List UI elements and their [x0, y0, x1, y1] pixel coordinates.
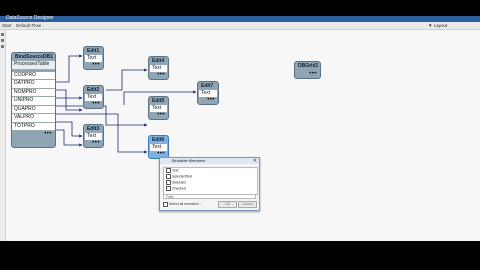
- member-item[interactable]: Checked: [166, 186, 186, 191]
- member-item[interactable]: Selected: [166, 180, 186, 185]
- node-body: Text: [150, 144, 167, 151]
- bindsource-title: BindSourceDB1: [15, 54, 54, 60]
- wire-datpro: [55, 89, 83, 112]
- checkbox[interactable]: [166, 168, 171, 173]
- node-title: Edit5: [152, 98, 165, 104]
- node-title: Edit4: [152, 58, 165, 64]
- window-title: DataSource Designer: [6, 15, 54, 21]
- node-title: Edit2: [87, 87, 100, 93]
- node-body: Text: [150, 105, 167, 112]
- edit6-node[interactable]: Edit6 Text •••: [148, 135, 169, 159]
- checkbox[interactable]: [166, 186, 171, 191]
- field-valpro[interactable]: VALPRO: [12, 114, 55, 123]
- more-icon[interactable]: •••: [157, 72, 165, 78]
- wire-totpro: [55, 129, 83, 147]
- fit-icon[interactable]: [1, 45, 4, 48]
- select-all-label: Select all members ..: [169, 202, 202, 206]
- node-title: Edit3: [87, 126, 100, 132]
- edit5-node[interactable]: Edit5 Text •••: [148, 96, 169, 120]
- field-codpro[interactable]: CODPRO: [12, 71, 55, 80]
- node-body: Text: [150, 65, 167, 72]
- wire-codpro: [55, 54, 83, 83]
- ok-button[interactable]: OK: [218, 201, 237, 208]
- edit7-node[interactable]: Edit7 Text •••: [197, 81, 219, 105]
- node-body: Text: [85, 94, 102, 101]
- tab-start[interactable]: Start: [2, 22, 12, 29]
- node-body: Text: [85, 55, 102, 62]
- select-all-option[interactable]: Select all members ..: [163, 201, 202, 207]
- checkbox[interactable]: [163, 201, 168, 207]
- members-list[interactable]: Text SelectedText Selected Checked: [163, 167, 258, 195]
- member-label: Selected: [172, 180, 186, 185]
- zoom-icon[interactable]: [1, 39, 4, 42]
- app-window: DataSource Designer Start Default Flow ▼…: [0, 15, 480, 241]
- field-nompro[interactable]: NOMPRO: [12, 88, 55, 97]
- tab-default-flow[interactable]: Default Flow: [16, 22, 41, 29]
- more-icon[interactable]: •••: [44, 131, 52, 137]
- checkbox[interactable]: [166, 174, 171, 179]
- bindsource-subtitle: ProcessesTable: [12, 61, 55, 70]
- checkbox[interactable]: [166, 180, 171, 185]
- field-datpro[interactable]: DATPRO: [12, 80, 55, 89]
- edit4-node[interactable]: Edit4 Text •••: [148, 56, 169, 80]
- layout-dropdown[interactable]: ▼ Layout: [428, 22, 447, 29]
- member-item[interactable]: Text: [166, 168, 178, 173]
- pointer-icon[interactable]: [1, 33, 4, 36]
- node-title: DBGrid1: [298, 63, 319, 69]
- more-icon[interactable]: •••: [92, 62, 100, 68]
- dbgrid-node[interactable]: DBGrid1 •••: [294, 61, 321, 79]
- node-title: Edit7: [201, 83, 214, 89]
- member-label: Text: [172, 168, 179, 173]
- node-body: Text: [199, 90, 217, 97]
- node-title: Edit1: [87, 48, 100, 54]
- bindable-members-dialog: Bindable Members ✕ Text SelectedText Sel…: [159, 157, 260, 211]
- edit2-node[interactable]: Edit2 Text •••: [83, 85, 104, 109]
- member-label: SelectedText: [172, 174, 193, 179]
- dialog-title: Bindable Members: [160, 158, 259, 164]
- field-totpro[interactable]: TOTPRO: [12, 122, 55, 131]
- edit1-node[interactable]: Edit1 Text •••: [83, 46, 104, 70]
- member-item[interactable]: SelectedText: [166, 174, 192, 179]
- cancel-button[interactable]: Cancel: [238, 201, 257, 208]
- more-icon[interactable]: •••: [207, 97, 215, 103]
- more-icon[interactable]: •••: [92, 140, 100, 146]
- tab-strip: Start Default Flow ▼ Layout: [0, 22, 480, 30]
- more-icon[interactable]: •••: [92, 101, 100, 107]
- more-icon[interactable]: •••: [157, 112, 165, 118]
- node-title: Edit6: [152, 137, 165, 143]
- node-body: Text: [85, 133, 102, 140]
- close-icon[interactable]: ✕: [253, 158, 257, 164]
- edit3-node[interactable]: Edit3 Text •••: [83, 124, 104, 148]
- wire-valpro: [55, 121, 83, 138]
- member-label: Checked: [172, 186, 186, 191]
- wire-edit2: [106, 68, 148, 91]
- bindsource-node[interactable]: BindSourceDB1 ProcessesTable CODPRO DATP…: [11, 52, 56, 148]
- filter-input[interactable]: Filter: [163, 194, 256, 199]
- field-unipro[interactable]: UNIPRO: [12, 97, 55, 106]
- more-icon[interactable]: •••: [309, 71, 317, 77]
- field-quapro[interactable]: QUAPRO: [12, 105, 55, 114]
